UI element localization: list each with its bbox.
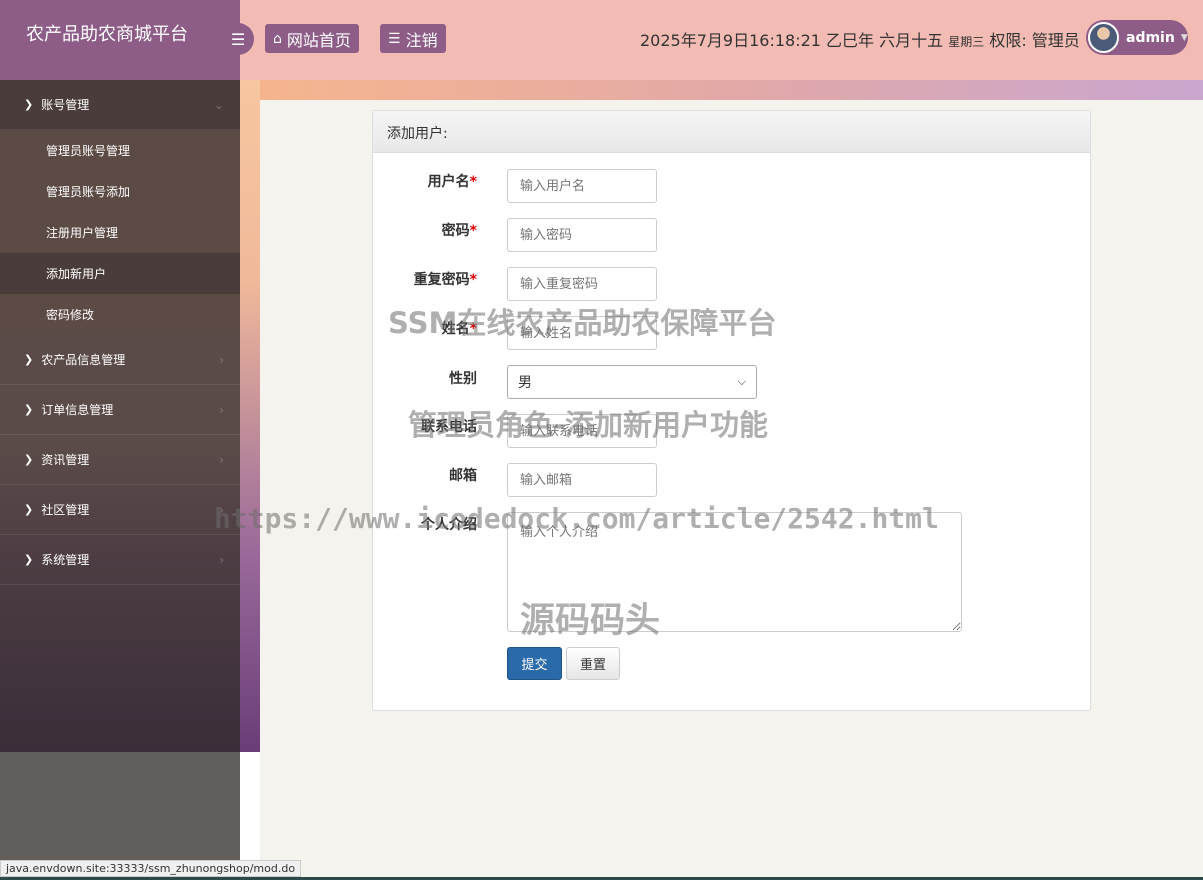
logout-button-label: 注销 <box>405 30 438 50</box>
chevron-right-icon: ❯ <box>24 353 34 366</box>
user-menu[interactable]: admin ▼ <box>1086 20 1188 55</box>
list-icon: ☰ <box>388 30 401 47</box>
intro-textarea[interactable] <box>507 512 962 632</box>
gender-select-value: 男 <box>518 375 532 391</box>
brand-title: 农产品助农商城平台 <box>0 0 240 80</box>
sidebar-group-news[interactable]: ❯ 资讯管理 › <box>0 435 240 485</box>
logout-button[interactable]: ☰ 注销 <box>380 24 446 53</box>
sidebar-group-label: 农产品信息管理 <box>41 353 126 367</box>
email-input[interactable] <box>507 463 657 497</box>
weekday-text: 星期三 <box>948 35 985 49</box>
sidebar-item-password[interactable]: 密码修改 <box>0 294 240 335</box>
sidebar-toggle-button[interactable]: ☰ <box>222 23 254 55</box>
chevron-right-icon: ❯ <box>24 503 34 516</box>
username-label: admin <box>1126 29 1175 46</box>
repeat-password-label: 重复密码* <box>413 272 477 288</box>
content-left-gradient <box>240 80 260 752</box>
phone-label: 联系电话 <box>421 419 477 435</box>
name-label: 姓名* <box>441 321 477 337</box>
chevron-right-icon: ❯ <box>24 98 34 111</box>
role-text: 权限: 管理员 <box>989 31 1080 50</box>
sidebar-group-label: 社区管理 <box>41 503 90 517</box>
username-label: 用户名* <box>427 174 477 190</box>
chevron-down-icon: ⌄ <box>213 97 224 112</box>
browser-status-bar: java.envdown.site:33333/ssm_zhunongshop/… <box>0 860 302 877</box>
sidebar-group-label: 订单信息管理 <box>41 403 114 417</box>
name-input[interactable] <box>507 316 657 350</box>
sidebar-item-admin-add[interactable]: 管理员账号添加 <box>0 171 240 212</box>
home-button[interactable]: ⌂ 网站首页 <box>265 24 359 53</box>
sidebar-group-orders[interactable]: ❯ 订单信息管理 › <box>0 385 240 435</box>
home-icon: ⌂ <box>273 30 282 47</box>
reset-button[interactable]: 重置 <box>566 647 620 680</box>
menu-icon: ☰ <box>230 29 246 49</box>
sidebar-item-add-user[interactable]: 添加新用户 <box>0 253 240 294</box>
submit-button[interactable]: 提交 <box>507 647 562 680</box>
datetime-text: 2025年7月9日16:18:21 乙巳年 六月十五 <box>640 31 944 50</box>
gender-label: 性别 <box>449 371 477 387</box>
sidebar-group-community[interactable]: ❯ 社区管理 › <box>0 485 240 535</box>
chevron-right-icon: › <box>219 452 224 467</box>
username-input[interactable] <box>507 169 657 203</box>
sidebar-item-label: 管理员账号添加 <box>46 185 131 199</box>
chevron-right-icon: › <box>219 552 224 567</box>
sidebar-group-system[interactable]: ❯ 系统管理 › <box>0 535 240 585</box>
gender-select[interactable]: 男 ⌵ <box>507 365 757 399</box>
sidebar-item-admin-manage[interactable]: 管理员账号管理 <box>0 130 240 171</box>
avatar <box>1088 22 1119 53</box>
content-top-gradient <box>240 80 1203 100</box>
password-label: 密码* <box>441 223 477 239</box>
sidebar-item-user-manage[interactable]: 注册用户管理 <box>0 212 240 253</box>
chevron-right-icon: ❯ <box>24 403 34 416</box>
chevron-right-icon: ❯ <box>24 453 34 466</box>
sidebar-group-label: 账号管理 <box>41 98 90 112</box>
sidebar-item-label: 管理员账号管理 <box>46 144 131 158</box>
chevron-right-icon: ❯ <box>24 553 34 566</box>
email-label: 邮箱 <box>449 468 477 484</box>
repeat-password-input[interactable] <box>507 267 657 301</box>
sidebar-item-label: 密码修改 <box>46 308 95 322</box>
chevron-right-icon: › <box>219 402 224 417</box>
sidebar: ❯ 账号管理 ⌄ 管理员账号管理 管理员账号添加 注册用户管理 添加新用户 密码… <box>0 80 240 752</box>
password-input[interactable] <box>507 218 657 252</box>
intro-label: 个人介绍 <box>421 517 477 533</box>
phone-input[interactable] <box>507 414 657 448</box>
sidebar-item-label: 添加新用户 <box>46 267 107 281</box>
chevron-right-icon: › <box>219 352 224 367</box>
sidebar-group-label: 系统管理 <box>41 553 90 567</box>
home-button-label: 网站首页 <box>286 30 351 50</box>
datetime-display: 2025年7月9日16:18:21 乙巳年 六月十五 星期三 权限: 管理员 <box>640 27 1080 51</box>
caret-down-icon: ▼ <box>1180 32 1188 43</box>
panel-title: 添加用户: <box>373 111 1090 153</box>
sidebar-group-products[interactable]: ❯ 农产品信息管理 › <box>0 335 240 385</box>
add-user-panel: 添加用户: 用户名* 密码* 重复密码* 姓名* 性别 男 ⌵ 联系电话 邮箱 … <box>372 110 1091 711</box>
chevron-right-icon: › <box>219 502 224 517</box>
chevron-down-icon: ⌵ <box>737 375 746 388</box>
sidebar-group-label: 资讯管理 <box>41 453 90 467</box>
sidebar-item-label: 注册用户管理 <box>46 226 119 240</box>
sidebar-group-account[interactable]: ❯ 账号管理 ⌄ <box>0 80 240 130</box>
